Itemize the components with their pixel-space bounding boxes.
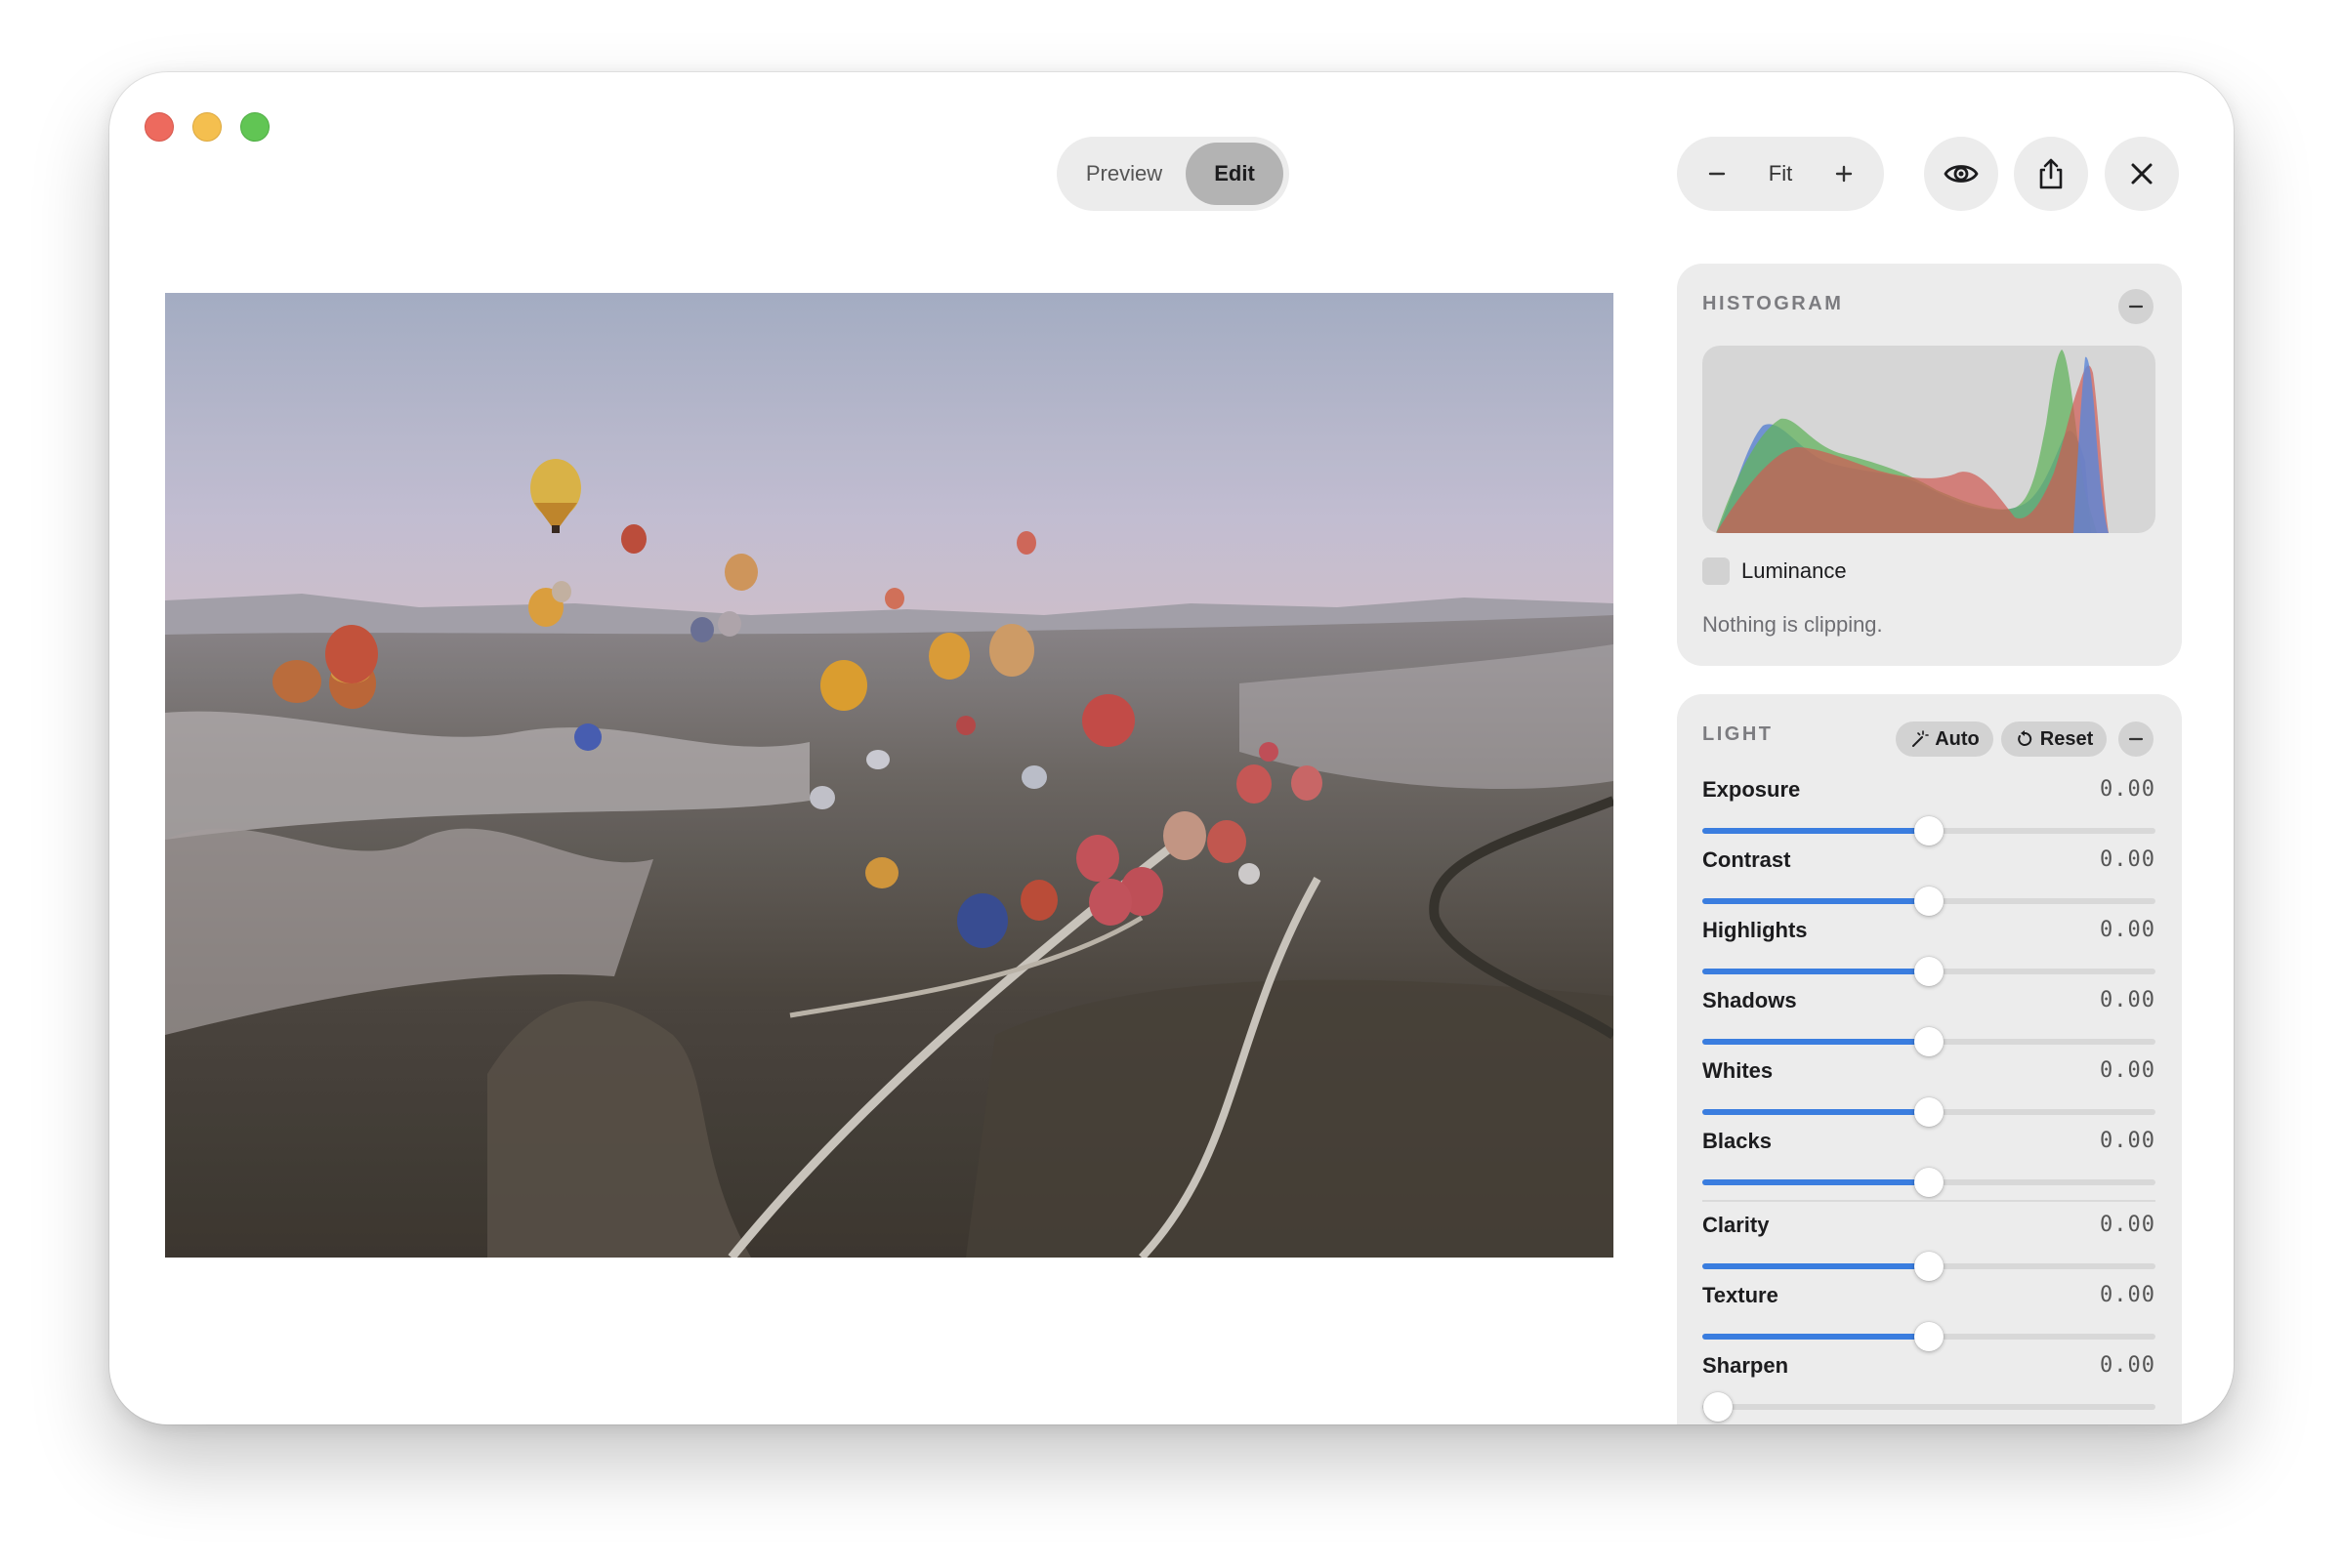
slider-label: Texture: [1702, 1283, 1778, 1307]
minus-icon: [2128, 305, 2144, 309]
slider-clarity: Clarity 0.00: [1702, 1213, 2155, 1281]
close-window-button[interactable]: [145, 112, 174, 142]
collapse-light-button[interactable]: [2118, 722, 2154, 757]
slider-fill: [1702, 1179, 1929, 1185]
slider-knob[interactable]: [1703, 1392, 1733, 1422]
reset-icon: [2018, 730, 2031, 746]
eye-icon: [1944, 165, 1979, 183]
clipping-status: Nothing is clipping.: [1702, 612, 1883, 637]
zoom-fit-button[interactable]: Fit: [1741, 137, 1819, 211]
slider-knob[interactable]: [1914, 887, 1944, 916]
editor-window: Preview Edit Fit HISTOGRAM Luminance Not…: [109, 72, 2234, 1424]
slider-fill: [1702, 1334, 1929, 1340]
slider-fill: [1702, 828, 1929, 834]
slider-fill: [1702, 1263, 1929, 1269]
slider-fill: [1702, 1039, 1929, 1045]
slider-value[interactable]: 0.00: [2100, 988, 2155, 1012]
plus-icon: [1835, 165, 1853, 183]
slider-knob[interactable]: [1914, 816, 1944, 846]
slider-sharpen: Sharpen 0.00: [1702, 1353, 2155, 1422]
light-title: LIGHT: [1702, 723, 1774, 745]
slider-value[interactable]: 0.00: [2100, 1213, 2155, 1237]
slider-shadows: Shadows 0.00: [1702, 988, 2155, 1056]
section-divider: [1702, 1200, 2155, 1202]
close-icon: [2131, 163, 2153, 185]
slider-knob[interactable]: [1914, 1027, 1944, 1056]
minus-icon: [2128, 737, 2144, 741]
slider-blacks: Blacks 0.00: [1702, 1129, 2155, 1197]
slider-highlights: Highlights 0.00: [1702, 918, 2155, 986]
collapse-histogram-button[interactable]: [2118, 289, 2154, 324]
histogram-panel: HISTOGRAM Luminance Nothing is clipping.: [1677, 264, 2182, 666]
slider-contrast: Contrast 0.00: [1702, 847, 2155, 916]
slider-label: Blacks: [1702, 1129, 1772, 1153]
slider-label: Contrast: [1702, 847, 1791, 872]
zoom-window-button[interactable]: [240, 112, 270, 142]
light-panel: LIGHT Auto Reset Exposure 0.00 Contrast …: [1677, 694, 2182, 1424]
slider-value[interactable]: 0.00: [2100, 777, 2155, 802]
slider-label: Highlights: [1702, 918, 1808, 942]
slider-value[interactable]: 0.00: [2100, 1129, 2155, 1153]
slider-knob[interactable]: [1914, 1168, 1944, 1197]
slider-value[interactable]: 0.00: [2100, 1058, 2155, 1083]
reset-button[interactable]: Reset: [2001, 722, 2107, 757]
minimize-window-button[interactable]: [192, 112, 222, 142]
slider-label: Exposure: [1702, 777, 1801, 802]
slider-value[interactable]: 0.00: [2100, 847, 2155, 872]
slider-knob[interactable]: [1914, 1322, 1944, 1351]
auto-button[interactable]: Auto: [1896, 722, 1993, 757]
slider-value[interactable]: 0.00: [2100, 918, 2155, 942]
slider-track[interactable]: [1702, 1404, 2155, 1410]
slider-value[interactable]: 0.00: [2100, 1283, 2155, 1307]
photo-canvas[interactable]: [165, 293, 1613, 1258]
slider-knob[interactable]: [1914, 1252, 1944, 1281]
window-controls: [145, 112, 270, 142]
minus-icon: [1708, 172, 1726, 176]
slider-exposure: Exposure 0.00: [1702, 777, 2155, 846]
zoom-out-button[interactable]: [1693, 137, 1741, 211]
slider-label: Sharpen: [1702, 1353, 1789, 1378]
slider-label: Shadows: [1702, 988, 1797, 1012]
preview-toggle-button[interactable]: [1924, 137, 1998, 211]
close-editor-button[interactable]: [2105, 137, 2179, 211]
share-button[interactable]: [2014, 137, 2088, 211]
histogram-curves: [1716, 350, 2109, 533]
histogram-title: HISTOGRAM: [1702, 293, 1844, 314]
slider-value[interactable]: 0.00: [2100, 1353, 2155, 1378]
reset-label: Reset: [2039, 727, 2094, 750]
mode-segmented-control: Preview Edit: [1057, 137, 1289, 211]
zoom-in-button[interactable]: [1819, 137, 1868, 211]
luminance-label: Luminance: [1741, 558, 1847, 583]
tab-preview[interactable]: Preview: [1063, 143, 1186, 205]
slider-texture: Texture 0.00: [1702, 1283, 2155, 1351]
auto-label: Auto: [1935, 727, 1980, 750]
slider-knob[interactable]: [1914, 1097, 1944, 1127]
slider-fill: [1702, 969, 1929, 974]
magic-wand-icon: [1912, 730, 1930, 747]
slider-label: Whites: [1702, 1058, 1774, 1083]
slider-knob[interactable]: [1914, 957, 1944, 986]
slider-fill: [1702, 898, 1929, 904]
slider-label: Clarity: [1702, 1213, 1770, 1237]
luminance-checkbox[interactable]: [1702, 557, 1730, 585]
slider-fill: [1702, 1109, 1929, 1115]
tab-edit[interactable]: Edit: [1186, 143, 1283, 205]
hot-air-balloons-over-valley-image: [165, 293, 1613, 1258]
slider-whites: Whites 0.00: [1702, 1058, 2155, 1127]
histogram-graph: [1702, 346, 2155, 533]
zoom-control: Fit: [1677, 137, 1884, 211]
share-icon: [2039, 158, 2063, 189]
